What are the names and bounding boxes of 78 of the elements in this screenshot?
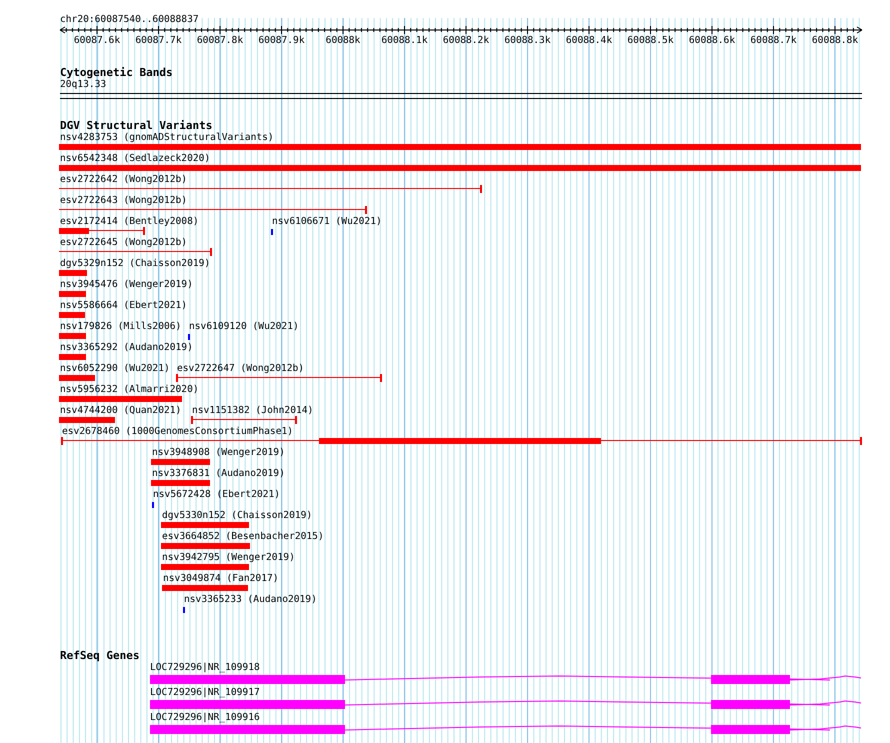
variant-span[interactable] <box>59 206 367 214</box>
variant-span[interactable] <box>61 437 862 445</box>
tick-label: 60088k <box>326 35 360 47</box>
variant-bar[interactable] <box>162 585 248 591</box>
variant-label[interactable]: nsv5672428 (Ebert2021) <box>153 489 280 501</box>
gene-model[interactable] <box>150 725 862 734</box>
variant-bar[interactable] <box>59 333 86 339</box>
variant-label[interactable]: nsv5956232 (Almarri2020) <box>60 384 199 396</box>
tick-label: 60087.8k <box>196 35 244 47</box>
variant-label[interactable]: esv2722645 (Wong2012b) <box>60 237 188 249</box>
variant-span[interactable] <box>59 185 482 193</box>
variant-bar[interactable] <box>151 480 210 486</box>
variant-label[interactable]: nsv3942795 (Wenger2019) <box>162 552 295 564</box>
variant-bar[interactable] <box>59 291 86 297</box>
point-marker[interactable] <box>152 502 154 508</box>
variant-bar[interactable] <box>59 417 115 423</box>
variant-span[interactable] <box>176 374 382 382</box>
variant-label[interactable]: nsv5586664 (Ebert2021) <box>60 300 188 312</box>
gene-label[interactable]: LOC729296|NR_109916 <box>150 712 260 724</box>
tick-label: 60088.8k <box>812 35 858 47</box>
tick-label: 60088.6k <box>688 35 736 47</box>
variant-label[interactable]: nsv3049874 (Fan2017) <box>163 573 279 585</box>
tick-label: 60087.7k <box>135 35 182 47</box>
tick-label: 60088.2k <box>442 35 490 47</box>
variant-bar[interactable] <box>151 459 210 465</box>
variant-bar[interactable] <box>59 396 182 402</box>
variant-label[interactable]: esv2722642 (Wong2012b) <box>60 174 188 186</box>
variant-label[interactable]: nsv3365292 (Audano2019) <box>60 342 193 354</box>
variant-label[interactable]: esv2678460 (1000GenomesConsortiumPhase1) <box>62 426 294 438</box>
tick-label: 60087.6k <box>74 35 120 47</box>
location-label: chr20:60087540..60088837 <box>60 14 199 26</box>
variant-label[interactable]: nsv1151382 (John2014) <box>192 405 314 417</box>
tick-label: 60088.3k <box>504 35 551 47</box>
tick-label: 60087.9k <box>258 35 305 47</box>
tick-label: 60088.7k <box>750 35 797 47</box>
point-marker[interactable] <box>271 229 273 235</box>
variant-bar[interactable] <box>59 144 861 150</box>
variant-bar[interactable] <box>59 312 85 318</box>
gene-label[interactable]: LOC729296|NR_109918 <box>150 662 260 674</box>
variant-label[interactable]: dgv5329n152 (Chaisson2019) <box>60 258 210 270</box>
variant-bar[interactable] <box>59 375 95 381</box>
variant-label[interactable]: nsv4744200 (Quan2021) <box>60 405 182 417</box>
variant-label[interactable]: nsv4283753 (gnomADStructuralVariants) <box>60 132 274 144</box>
point-marker[interactable] <box>188 334 190 340</box>
variant-label[interactable]: nsv3365233 (Audano2019) <box>184 594 317 606</box>
band-label: 20q13.33 <box>60 79 106 91</box>
variant-span[interactable] <box>191 416 297 424</box>
variant-label[interactable]: esv2722647 (Wong2012b) <box>177 363 304 375</box>
gene-model[interactable] <box>150 675 862 684</box>
gene-model[interactable] <box>150 700 862 709</box>
tick-label: 60088.1k <box>381 35 428 47</box>
track-title: RefSeq Genes <box>60 649 140 662</box>
gene-label[interactable]: LOC729296|NR_109917 <box>150 687 260 699</box>
tick-label: 60088.4k <box>566 35 612 47</box>
variant-label[interactable]: dgv5330n152 (Chaisson2019) <box>162 510 312 522</box>
variant-label[interactable]: nsv3948908 (Wenger2019) <box>152 447 285 459</box>
variant-span[interactable] <box>59 227 145 235</box>
variant-bar[interactable] <box>59 165 861 171</box>
tick-label: 60088.5k <box>627 35 674 47</box>
variant-span[interactable] <box>59 248 212 256</box>
variant-label[interactable]: esv2172414 (Bentley2008) <box>60 216 199 228</box>
track-title: Cytogenetic Bands <box>60 66 173 79</box>
point-marker[interactable] <box>183 607 185 613</box>
variant-label[interactable]: nsv6109120 (Wu2021) <box>189 321 299 333</box>
variant-label[interactable]: nsv6106671 (Wu2021) <box>272 216 382 228</box>
variant-label[interactable]: esv2722643 (Wong2012b) <box>60 195 188 207</box>
variant-bar[interactable] <box>161 522 249 528</box>
track-title: DGV Structural Variants <box>60 119 212 132</box>
variant-label[interactable]: esv3664852 (Besenbacher2015) <box>162 531 324 543</box>
variant-bar[interactable] <box>161 543 250 549</box>
variant-label[interactable]: nsv3376831 (Audano2019) <box>152 468 285 480</box>
variant-bar[interactable] <box>161 564 249 570</box>
variant-label[interactable]: nsv6542348 (Sedlazeck2020) <box>60 153 210 165</box>
variant-label[interactable]: nsv3945476 (Wenger2019) <box>60 279 193 291</box>
variant-label[interactable]: nsv179826 (Mills2006) <box>60 321 182 333</box>
variant-bar[interactable] <box>59 354 86 360</box>
variant-bar[interactable] <box>59 270 87 276</box>
variant-label[interactable]: nsv6052290 (Wu2021) <box>60 363 170 375</box>
